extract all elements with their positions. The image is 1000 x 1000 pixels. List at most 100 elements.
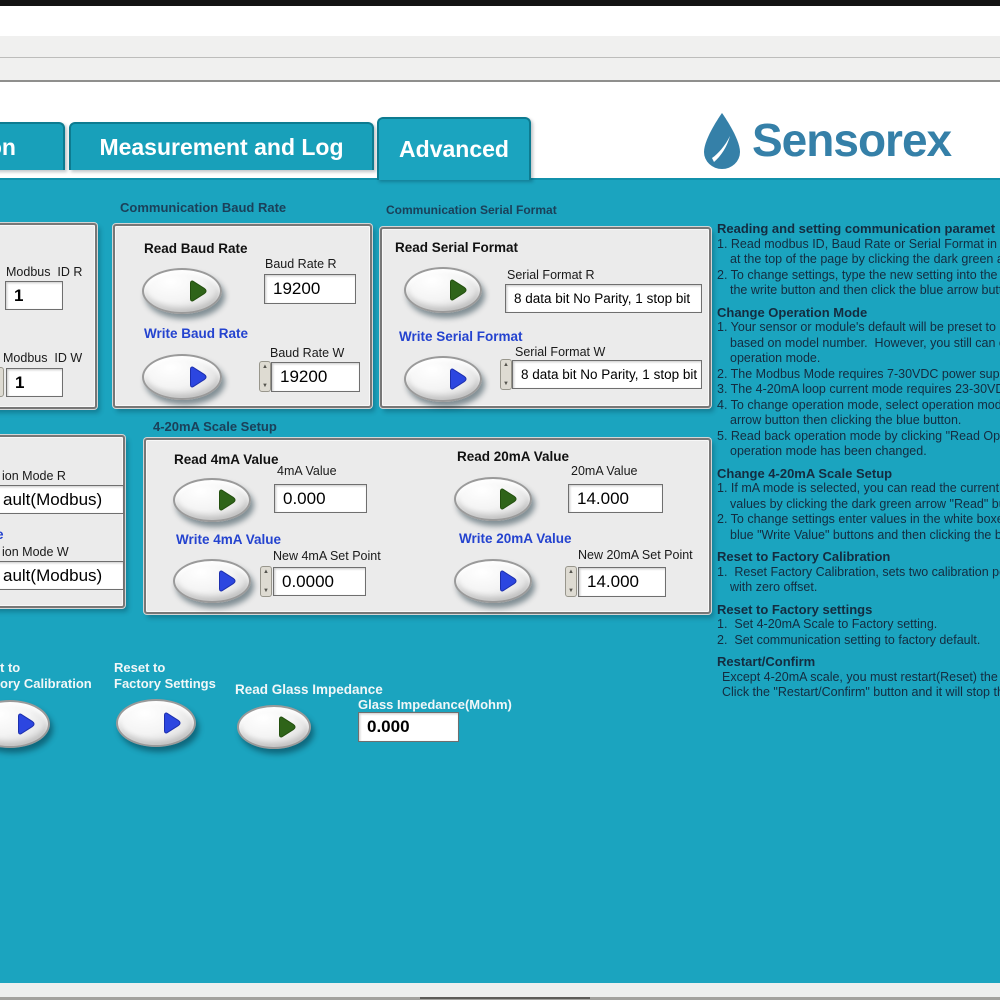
4ma-value-field[interactable]: 0.000 [274,484,367,513]
serial-format-r-label: Serial Format R [507,268,595,282]
tab-advanced[interactable]: Advanced [377,117,531,180]
window-title-band [0,36,1000,58]
read-serial-format-button[interactable] [404,267,482,313]
modbus-id-w-field[interactable]: 1 [6,368,63,397]
read-glass-impedance-button[interactable] [237,705,311,749]
reset-factory-calibration-label-line1: t to [0,660,20,675]
write-4ma-value-button[interactable] [173,559,251,603]
instruction-line: Click the "Restart/Confirm" button and i… [717,685,1000,701]
new-20ma-set-point-label: New 20mA Set Point [578,548,693,562]
tab-measurement-and-log[interactable]: Measurement and Log [69,122,374,170]
reset-factory-settings-label-line1: Reset to [114,660,165,675]
app-window: { "window": { "tabs": [ {"label": "ation… [0,0,1000,1000]
serial-format-w-spinner[interactable]: ▲▼ [500,359,512,390]
serial-format-panel-header: Communication Serial Format [386,203,557,217]
glass-impedance-label: Glass Impedance(Mohm) [358,697,512,712]
instruction-line: values by clicking the dark green arrow … [717,497,1000,513]
new-4ma-set-point-field[interactable]: 0.0000 [273,567,366,596]
instruction-line: 2. To change settings, type the new sett… [717,268,1000,284]
baud-rate-w-label: Baud Rate W [270,346,344,360]
panel-operation-mode: ion Mode R ault(Modbus) e ion Mode W aul… [0,435,125,608]
modbus-id-w-label: Modbus ID W [3,351,82,365]
baud-rate-r-label: Baud Rate R [265,257,337,271]
instruction-line: Change Operation Mode [717,305,1000,321]
instruction-line: 2. Set communication setting to factory … [717,633,1000,649]
instruction-line: 1. If mA mode is selected, you can read … [717,481,1000,497]
sensorex-drop-icon [700,112,744,170]
read-20ma-value-button[interactable] [454,477,532,521]
write-serial-format-button[interactable] [404,356,482,402]
read-4ma-value-label: Read 4mA Value [174,452,279,467]
write-20ma-value-label: Write 20mA Value [459,531,572,546]
panel-baud-rate: Read Baud Rate Baud Rate R 19200 Write B… [113,224,372,408]
tab-label: Advanced [399,136,509,163]
baud-rate-w-spinner[interactable]: ▲▼ [259,361,271,392]
read-baud-rate-button[interactable] [142,268,222,314]
baud-rate-panel-header: Communication Baud Rate [120,200,286,215]
instruction-line: blue "Write Value" buttons and then clic… [717,528,1000,544]
instruction-line: Reset to Factory Calibration [717,549,1000,565]
instruction-line: Reading and setting communication parame… [717,221,1000,237]
top-black-bar [0,0,1000,6]
tab-label: ation [0,134,16,161]
read-4ma-value-button[interactable] [173,478,251,522]
instruction-line: the write button and then click the blue… [717,283,1000,299]
write-serial-format-label: Write Serial Format [399,329,523,344]
write-20ma-value-button[interactable] [454,559,532,603]
reset-factory-settings-label-line2: Factory Settings [114,676,216,691]
instruction-line: 2. The Modbus Mode requires 7-30VDC powe… [717,367,1000,383]
baud-rate-w-field[interactable]: 19200 [271,362,360,392]
instruction-line: Reset to Factory settings [717,602,1000,618]
instruction-line: arrow button then clicking the blue butt… [717,413,1000,429]
instruction-line: operation mode has been changed. [717,444,1000,460]
instruction-line: 3. The 4-20mA loop current mode requires… [717,382,1000,398]
instruction-line: with zero offset. [717,580,1000,596]
menu-band [0,58,1000,82]
instruction-line: Change 4-20mA Scale Setup [717,466,1000,482]
instruction-line: 1. Set 4-20mA Scale to Factory setting. [717,617,1000,633]
instruction-line: Restart/Confirm [717,654,1000,670]
tab-configuration[interactable]: ation [0,122,65,170]
baud-rate-r-field[interactable]: 19200 [264,274,356,304]
operation-mode-r-field[interactable]: ault(Modbus) [0,485,124,514]
panel-scale-setup: Read 4mA Value 4mA Value 0.000 Write 4mA… [144,438,711,614]
new-4ma-set-point-label: New 4mA Set Point [273,549,381,563]
instruction-line: 1. Reset Factory Calibration, sets two c… [717,565,1000,581]
tab-label: Measurement and Log [99,134,343,161]
operation-mode-w-label: ion Mode W [2,545,69,559]
modbus-id-w-spinner[interactable]: ▲▼ [0,367,4,397]
glass-impedance-field[interactable]: 0.000 [358,712,459,742]
scale-setup-panel-header: 4-20mA Scale Setup [153,419,277,434]
serial-format-w-field[interactable]: 8 data bit No Parity, 1 stop bit [512,360,702,389]
write-4ma-value-label: Write 4mA Value [176,532,281,547]
serial-format-w-label: Serial Format W [515,345,605,359]
20ma-value-field[interactable]: 14.000 [568,484,663,513]
new-20ma-set-point-field[interactable]: 14.000 [578,567,666,597]
reset-factory-settings-button[interactable] [116,699,196,747]
new-4ma-spinner[interactable]: ▲▼ [260,566,272,597]
write-baud-rate-button[interactable] [142,354,222,400]
20ma-value-label: 20mA Value [571,464,637,478]
write-operation-mode-label-fragment: e [0,527,4,542]
instruction-line: based on model number. However, you stil… [717,336,1000,352]
modbus-id-r-field[interactable]: 1 [5,281,63,310]
bottom-taskbar-text-smudge [420,997,590,999]
instruction-line: 1. Your sensor or module's default will … [717,320,1000,336]
serial-format-r-field[interactable]: 8 data bit No Parity, 1 stop bit [505,284,702,313]
instruction-line: 1. Read modbus ID, Baud Rate or Serial F… [717,237,1000,253]
write-baud-rate-label: Write Baud Rate [144,326,248,341]
instructions: Reading and setting communication parame… [717,221,1000,701]
read-glass-impedance-label: Read Glass Impedance [235,682,383,697]
modbus-id-r-label: Modbus ID R [6,265,82,279]
instruction-line: operation mode. [717,351,1000,367]
sensorex-logo-text: Sensorex [752,114,951,166]
instruction-line: 2. To change settings enter values in th… [717,512,1000,528]
panel-serial-format: Read Serial Format Serial Format R 8 dat… [380,227,711,408]
read-20ma-value-label: Read 20mA Value [457,449,569,464]
operation-mode-w-field[interactable]: ault(Modbus) [0,561,124,590]
operation-mode-r-label: ion Mode R [2,469,66,483]
reset-factory-calibration-label-line2: ory Calibration [0,676,92,691]
read-baud-rate-label: Read Baud Rate [144,241,248,256]
panel-modbus-id: Modbus ID R 1 Modbus ID W ▲▼ 1 [0,223,97,409]
new-20ma-spinner[interactable]: ▲▼ [565,566,577,597]
